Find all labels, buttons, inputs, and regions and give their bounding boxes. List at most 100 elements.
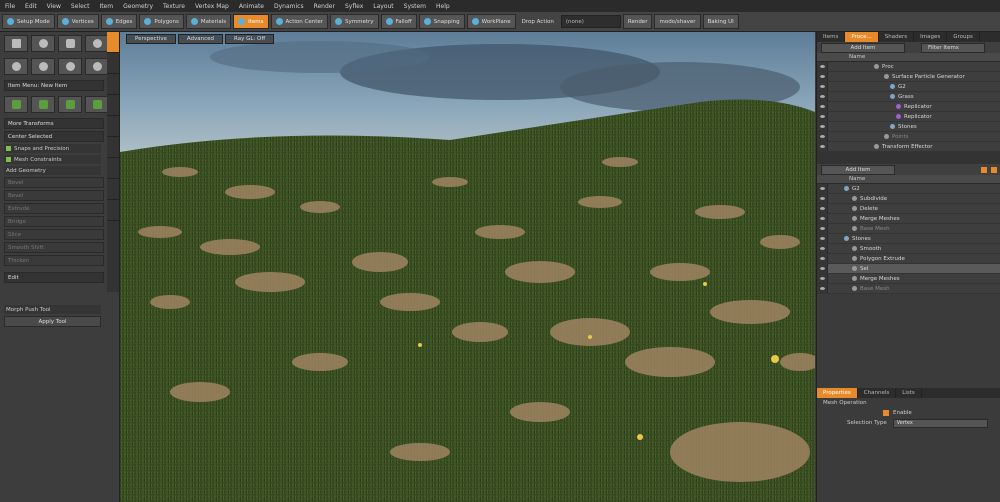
visibility-eye-icon[interactable]	[817, 274, 828, 283]
transform-tool-button[interactable]	[85, 96, 109, 113]
cone-tool-button[interactable]	[85, 35, 109, 52]
mode-button-action-center[interactable]: Action Center	[270, 14, 329, 29]
tree-row[interactable]: Proc	[817, 62, 1000, 72]
mode-button-snapping[interactable]: Snapping	[418, 14, 465, 29]
mode-button-workplane[interactable]: WorkPlane	[466, 14, 516, 29]
viewport-tab[interactable]: Ray GL: Off	[225, 34, 275, 44]
tree-row[interactable]: Stones	[817, 122, 1000, 132]
torus-tool-button[interactable]	[31, 58, 55, 75]
visibility-eye-icon[interactable]	[817, 72, 828, 81]
3d-viewport[interactable]: Perspective Advanced Ray GL: Off	[120, 32, 815, 502]
mode-button-symmetry[interactable]: Symmetry	[330, 14, 379, 29]
sphere-tool-button[interactable]	[31, 35, 55, 52]
center-selected-dropdown[interactable]: Center Selected	[4, 131, 104, 142]
curve-tool-button[interactable]	[58, 58, 82, 75]
tube-tool-button[interactable]	[4, 58, 28, 75]
geometry-tool-item[interactable]: Slice	[4, 229, 104, 240]
orange-toggle-icon[interactable]	[981, 166, 987, 173]
drop-action-select[interactable]: (none)	[560, 15, 621, 28]
geometry-tool-item[interactable]: Thicken	[4, 255, 104, 266]
visibility-eye-icon[interactable]	[817, 264, 828, 273]
tree-row[interactable]: Subdivide	[817, 194, 1000, 204]
visibility-eye-icon[interactable]	[817, 284, 828, 293]
panel-tab[interactable]: Proce...	[845, 32, 879, 42]
vtab-mesh-edit[interactable]	[107, 95, 119, 116]
visibility-eye-icon[interactable]	[817, 112, 828, 121]
add-item-button-2[interactable]: Add Item	[821, 164, 895, 175]
menu-item-render[interactable]: Render	[309, 3, 340, 10]
viewport-tab[interactable]: Advanced	[177, 34, 224, 44]
vtab-basic[interactable]	[107, 32, 119, 53]
geometry-tool-item[interactable]: Bridge	[4, 216, 104, 227]
mode-button-falloff[interactable]: Falloff	[380, 14, 417, 29]
panel-tab[interactable]: Shaders	[879, 32, 915, 42]
tree-row[interactable]: Sel	[817, 264, 1000, 274]
mode-button-materials[interactable]: Materials	[185, 14, 232, 29]
filter-items-button[interactable]: Filter Items	[921, 42, 985, 53]
mode-button-setup-mode[interactable]: Setup Mode	[2, 14, 55, 29]
visibility-eye-icon[interactable]	[817, 254, 828, 263]
visibility-eye-icon[interactable]	[817, 194, 828, 203]
menu-item-texture[interactable]: Texture	[158, 3, 190, 10]
visibility-eye-icon[interactable]	[817, 102, 828, 111]
menu-item-system[interactable]: System	[399, 3, 431, 10]
menu-item-layout[interactable]: Layout	[368, 3, 398, 10]
tree-row[interactable]: Merge Meshes	[817, 214, 1000, 224]
mode-button-items[interactable]: Items	[233, 14, 269, 29]
menu-item-geometry[interactable]: Geometry	[118, 3, 158, 10]
modo-shaver-button[interactable]: modo/shaver	[654, 14, 701, 29]
panel-tab[interactable]: Groups	[947, 32, 980, 42]
snaps-precision-header[interactable]: Snaps and Precision	[4, 144, 101, 153]
mesh-constraints-header[interactable]: Mesh Constraints	[4, 155, 101, 164]
panel-tab[interactable]: Items	[817, 32, 846, 42]
orange-toggle-icon-2[interactable]	[991, 166, 997, 173]
panel-tab[interactable]: Channels	[858, 388, 897, 398]
panel-tab[interactable]: Lists	[896, 388, 922, 398]
mode-button-edges[interactable]: Edges	[100, 14, 138, 29]
menu-item-edit[interactable]: Edit	[20, 3, 42, 10]
item-menu-dropdown[interactable]: Item Menu: New Item	[4, 80, 104, 91]
visibility-eye-icon[interactable]	[817, 244, 828, 253]
selection-type-select[interactable]: Vertex	[892, 418, 988, 428]
vtab-duplicate[interactable]	[107, 74, 119, 95]
tree-row[interactable]: G2	[817, 184, 1000, 194]
menu-item-view[interactable]: View	[42, 3, 66, 10]
scale-tool-button[interactable]	[58, 96, 82, 113]
tree-row[interactable]: Smooth	[817, 244, 1000, 254]
tree-row[interactable]: Merge Meshes	[817, 274, 1000, 284]
rotate-tool-button[interactable]	[31, 96, 55, 113]
visibility-eye-icon[interactable]	[817, 214, 828, 223]
menu-item-vertex-map[interactable]: Vertex Map	[190, 3, 234, 10]
vtab-uv[interactable]	[107, 179, 119, 200]
visibility-eye-icon[interactable]	[817, 234, 828, 243]
tree-row[interactable]: Replicator	[817, 102, 1000, 112]
vtab-paint[interactable]	[107, 200, 119, 221]
menu-item-dynamics[interactable]: Dynamics	[269, 3, 309, 10]
tree-row[interactable]: Delete	[817, 204, 1000, 214]
visibility-eye-icon[interactable]	[817, 62, 828, 71]
visibility-eye-icon[interactable]	[817, 224, 828, 233]
tree-row[interactable]: Grass	[817, 92, 1000, 102]
vtab-deform[interactable]	[107, 53, 119, 74]
menu-item-animate[interactable]: Animate	[234, 3, 269, 10]
tree-row[interactable]: Base Mesh	[817, 224, 1000, 234]
vtab-vertex[interactable]	[107, 116, 119, 137]
geometry-tool-item[interactable]: Bevel	[4, 177, 104, 188]
tree-row[interactable]: Replicator	[817, 112, 1000, 122]
visibility-eye-icon[interactable]	[817, 132, 828, 141]
menu-item-select[interactable]: Select	[66, 3, 95, 10]
cube-tool-button[interactable]	[4, 35, 28, 52]
tree-row[interactable]: Surface Particle Generator	[817, 72, 1000, 82]
menu-item-item[interactable]: Item	[94, 3, 118, 10]
panel-tab[interactable]: Images	[914, 32, 948, 42]
text-tool-button[interactable]	[85, 58, 109, 75]
visibility-eye-icon[interactable]	[817, 184, 828, 193]
panel-tab[interactable]: Properties	[817, 388, 858, 398]
tree-row[interactable]: Stones	[817, 234, 1000, 244]
vtab-polygon[interactable]	[107, 158, 119, 179]
tree-row[interactable]: Base Mesh	[817, 284, 1000, 294]
vtab-edge[interactable]	[107, 137, 119, 158]
edit-dropdown[interactable]: Edit	[4, 272, 104, 283]
add-item-button[interactable]: Add Item	[821, 42, 905, 53]
cylinder-tool-button[interactable]	[58, 35, 82, 52]
